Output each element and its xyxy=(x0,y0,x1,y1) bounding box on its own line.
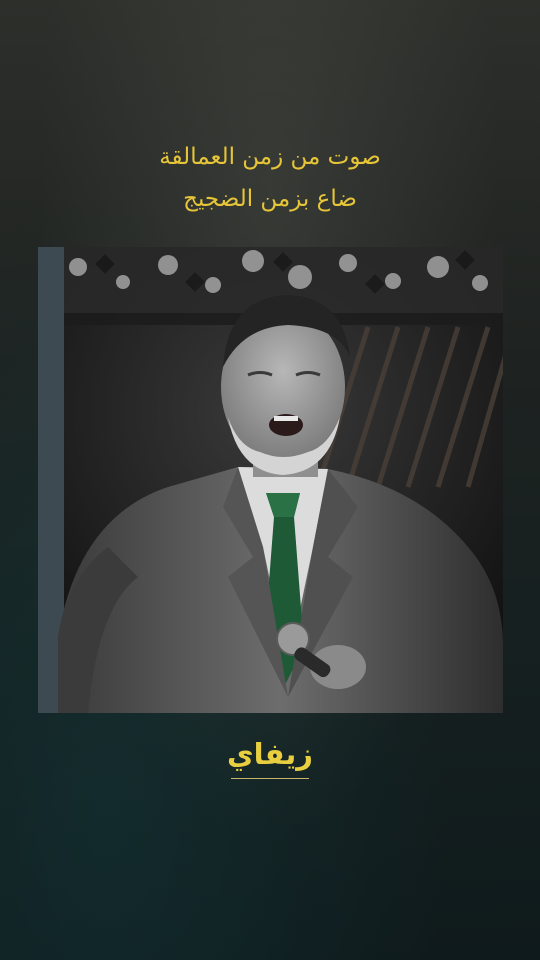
singer-photo xyxy=(38,247,503,713)
caption-text: صوت من زمن العمالقة ضاع بزمن الضجيج xyxy=(0,136,540,220)
story-screen: صوت من زمن العمالقة ضاع بزمن الضجيج زيفا… xyxy=(0,0,540,960)
name-underline xyxy=(231,778,309,779)
caption-line-1: صوت من زمن العمالقة xyxy=(159,144,381,170)
name-label: زيفاي xyxy=(227,737,313,771)
caption-line-2: ضاع بزمن الضجيج xyxy=(183,186,357,212)
name-tag: زيفاي xyxy=(0,734,540,779)
